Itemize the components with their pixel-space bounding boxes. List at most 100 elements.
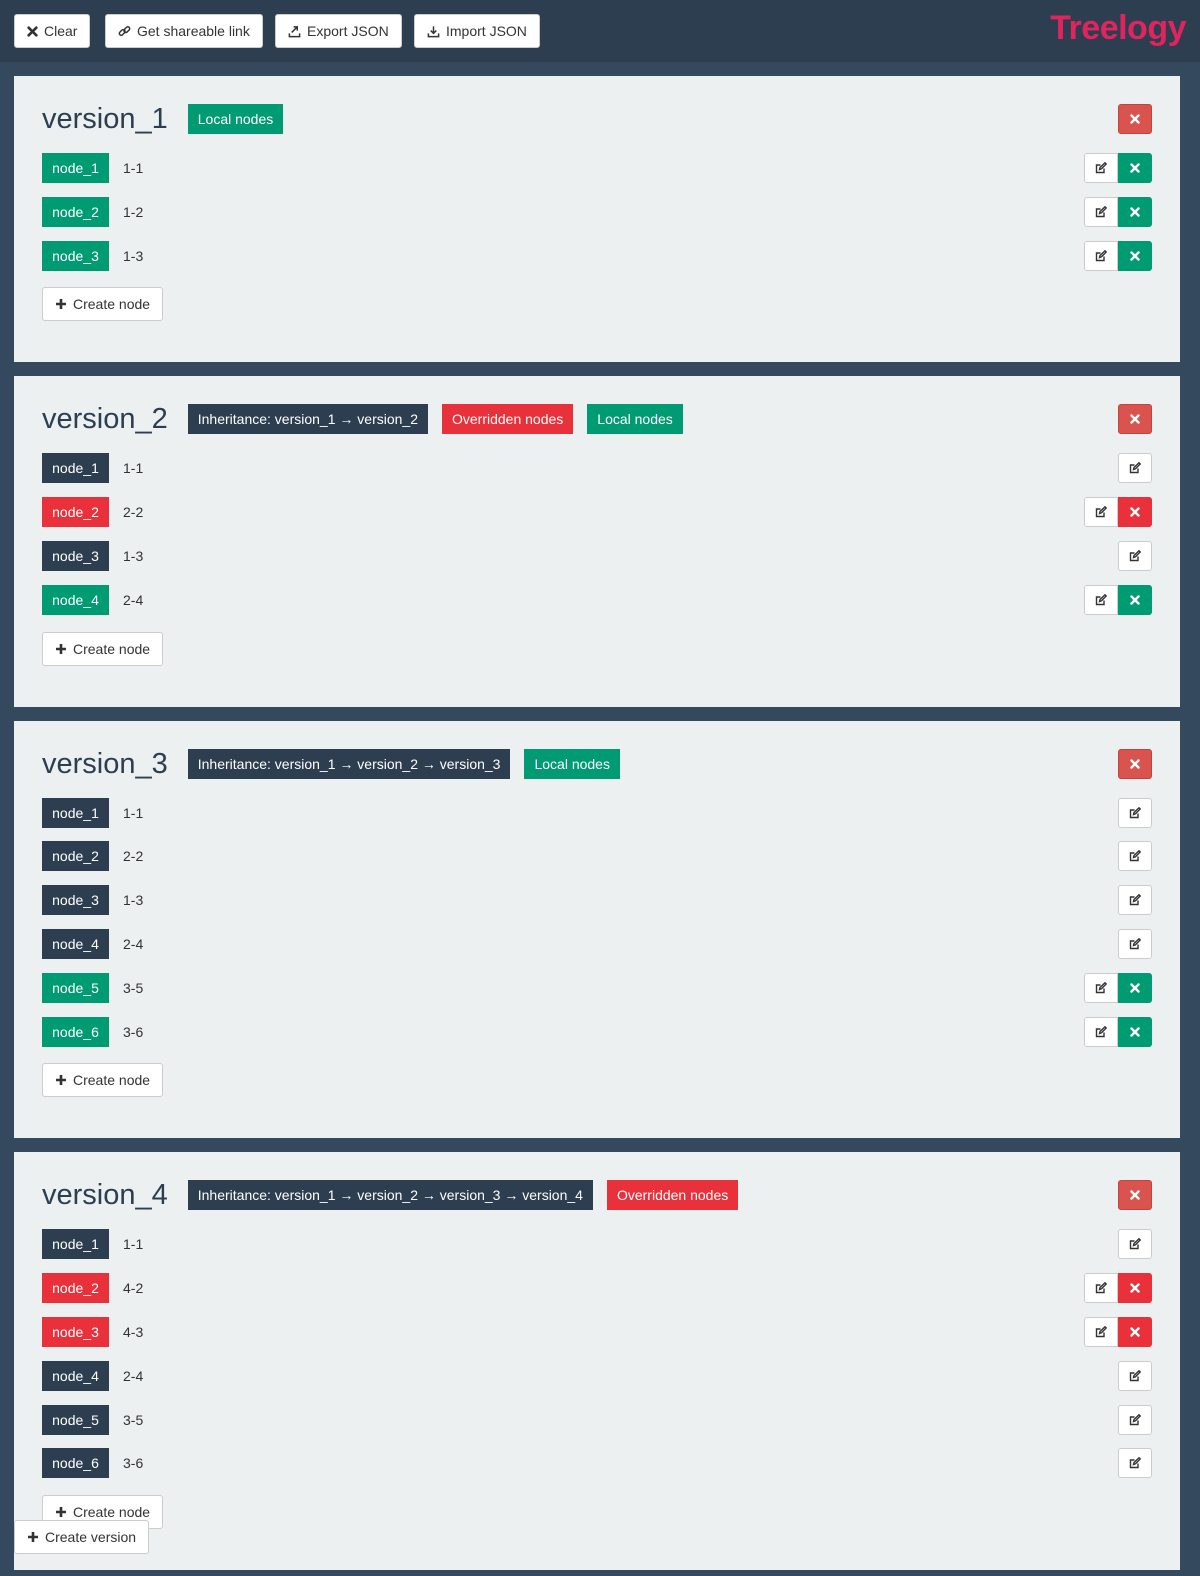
delete-node-button[interactable] (1118, 497, 1152, 528)
edit-node-button[interactable] (1084, 497, 1118, 528)
delete-version-button[interactable] (1118, 748, 1152, 779)
delete-node-button[interactable] (1118, 1016, 1152, 1047)
version-header: version_2 Inheritance: version_1 → versio… (42, 404, 683, 435)
node-row: node_3 4-3 (42, 1316, 1152, 1347)
times-icon (1129, 595, 1140, 605)
delete-node-button[interactable] (1118, 972, 1152, 1003)
delete-node-button[interactable] (1118, 153, 1152, 183)
edit-icon (1095, 506, 1107, 518)
node-actions (1084, 240, 1152, 271)
edit-icon (1129, 894, 1141, 906)
edit-node-button[interactable] (1084, 1273, 1118, 1304)
node-actions (1084, 1016, 1152, 1047)
version-header: version_4 Inheritance: version_1 → versio… (42, 1180, 739, 1211)
node-actions (1084, 1273, 1152, 1304)
node-name-badge: node_3 (42, 885, 109, 916)
edit-node-button[interactable] (1118, 1229, 1152, 1260)
times-icon (1129, 250, 1140, 261)
create-version-button[interactable]: Create version (14, 1520, 150, 1554)
overridden-nodes-badge: Overridden nodes (606, 1180, 739, 1211)
import-icon (427, 25, 440, 37)
node-name-badge: node_2 (42, 196, 109, 227)
edit-node-button[interactable] (1118, 540, 1152, 571)
delete-node-button[interactable] (1118, 1316, 1152, 1347)
edit-node-button[interactable] (1084, 972, 1118, 1003)
node-actions (1118, 1448, 1152, 1479)
delete-version-button[interactable] (1118, 404, 1152, 435)
node-value: 2-2 (123, 504, 144, 521)
node-value: 1-3 (123, 892, 144, 909)
edit-node-button[interactable] (1118, 1360, 1152, 1391)
edit-node-button[interactable] (1084, 240, 1118, 271)
edit-icon (1129, 1457, 1141, 1469)
version-title: version_3 (42, 747, 168, 780)
node-value: 2-4 (123, 1367, 144, 1384)
edit-node-button[interactable] (1084, 584, 1118, 615)
local-nodes-badge: Local nodes (187, 104, 284, 134)
edit-node-button[interactable] (1084, 196, 1118, 227)
node-row: node_1 1-1 (42, 1229, 1152, 1260)
edit-node-button[interactable] (1084, 1316, 1118, 1347)
delete-node-button[interactable] (1118, 1273, 1152, 1304)
local-nodes-badge: Local nodes (524, 748, 620, 779)
edit-node-button[interactable] (1118, 1448, 1152, 1479)
edit-icon (1129, 549, 1141, 562)
edit-node-button[interactable] (1118, 453, 1152, 484)
times-icon (1129, 207, 1140, 217)
get-shareable-link-button[interactable]: Get shareable link (105, 14, 263, 48)
edit-icon (1129, 806, 1141, 819)
edit-node-button[interactable] (1118, 841, 1152, 872)
plus-icon (55, 1074, 67, 1086)
node-row: node_2 2-2 (42, 841, 1152, 872)
delete-node-button[interactable] (1118, 240, 1152, 271)
export-json-button[interactable]: Export JSON (275, 14, 402, 48)
edit-icon (1095, 1325, 1107, 1338)
top-toolbar: Clear Get shareable link Export JSON Imp… (0, 0, 1200, 62)
node-row: node_2 1-2 (42, 196, 1152, 227)
node-row: node_3 1-3 (42, 240, 1152, 271)
delete-version-button[interactable] (1118, 1180, 1152, 1211)
node-name-badge: node_6 (42, 1448, 109, 1479)
node-value: 3-5 (123, 1411, 144, 1428)
node-actions (1084, 153, 1152, 183)
export-button-label: Export JSON (307, 23, 389, 39)
node-actions (1118, 841, 1152, 872)
node-row: node_6 3-6 (42, 1448, 1152, 1479)
create-version-label: Create version (45, 1529, 137, 1545)
create-node-button[interactable]: Create node (42, 1063, 164, 1098)
edit-icon (1095, 162, 1107, 174)
plus-icon (55, 1506, 67, 1518)
node-value: 1-2 (123, 203, 144, 220)
version-panel: version_4 Inheritance: version_1 → versio… (14, 1152, 1180, 1571)
clear-button[interactable]: Clear (14, 14, 91, 48)
edit-node-button[interactable] (1084, 153, 1118, 183)
edit-node-button[interactable] (1118, 928, 1152, 959)
edit-node-button[interactable] (1084, 1016, 1118, 1047)
node-name-badge: node_2 (42, 841, 109, 872)
times-icon (1130, 758, 1140, 769)
create-node-button[interactable]: Create node (42, 631, 164, 666)
edit-node-button[interactable] (1118, 1404, 1152, 1435)
node-value: 1-1 (123, 160, 144, 176)
edit-node-button[interactable] (1118, 885, 1152, 916)
node-name-badge: node_3 (42, 540, 109, 571)
create-node-button[interactable]: Create node (42, 287, 164, 322)
edit-icon (1095, 593, 1107, 606)
version-panel: version_3 Inheritance: version_1 → versio… (14, 720, 1180, 1139)
node-value: 1-1 (123, 804, 144, 821)
node-actions (1084, 497, 1152, 528)
node-actions (1118, 885, 1152, 916)
version-title: version_1 (42, 103, 168, 135)
node-name-badge: node_5 (42, 1404, 109, 1435)
node-actions (1084, 1316, 1152, 1347)
node-row: node_2 2-2 (42, 497, 1152, 528)
edit-node-button[interactable] (1118, 797, 1152, 828)
delete-node-button[interactable] (1118, 196, 1152, 227)
delete-node-button[interactable] (1118, 584, 1152, 615)
node-actions (1118, 1360, 1152, 1391)
node-value: 2-4 (123, 935, 144, 952)
node-name-badge: node_1 (42, 797, 109, 828)
delete-version-button[interactable] (1118, 104, 1152, 134)
import-json-button[interactable]: Import JSON (414, 14, 540, 48)
edit-icon (1095, 1282, 1107, 1294)
